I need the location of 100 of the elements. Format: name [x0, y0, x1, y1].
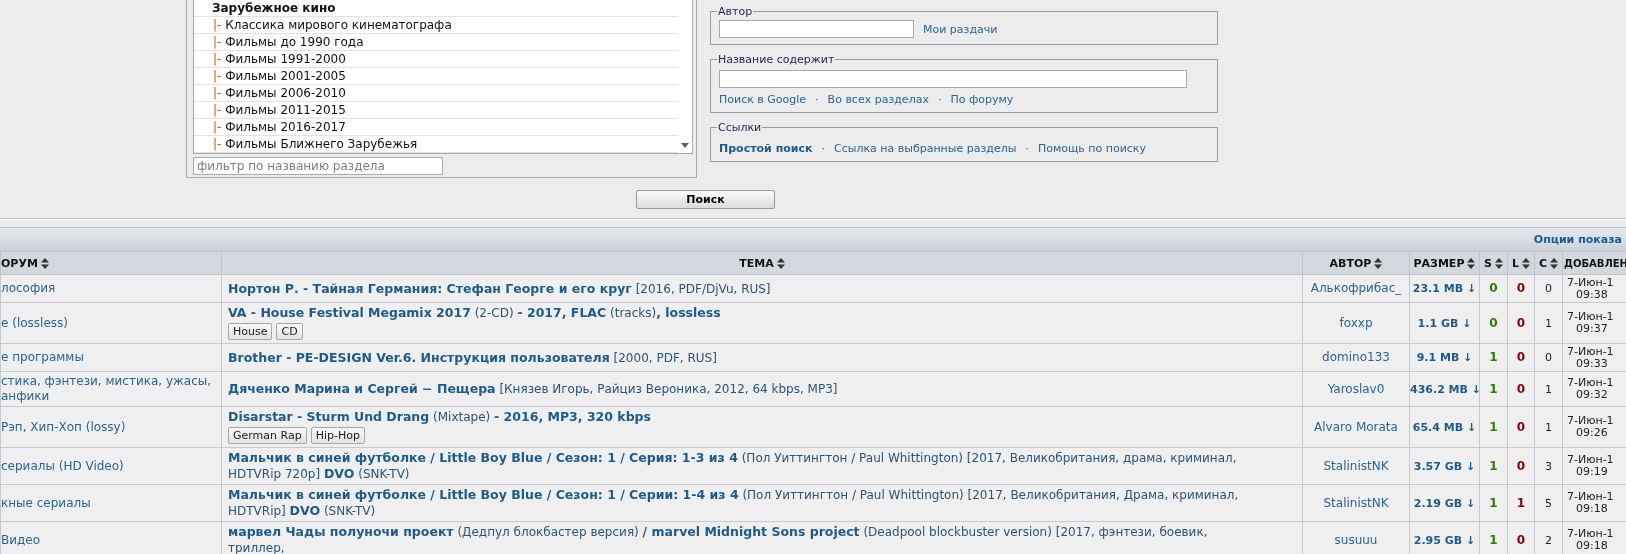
column-header[interactable]: ТЕМА [221, 251, 1303, 275]
added-date: 7-Июн-1 [1567, 276, 1615, 289]
comments-count: 0 [1545, 351, 1552, 364]
seeders-count: 1 [1489, 419, 1498, 434]
topic-link[interactable]: VA - House Festival Megamix 2017 (2-CD) - 2017, FLAC (tracks), lossless [228, 305, 1258, 321]
author-field[interactable] [719, 20, 914, 38]
sort-icon[interactable] [1522, 257, 1530, 269]
sort-icon[interactable] [776, 257, 785, 269]
search-link[interactable]: Помощь по поиску [1037, 142, 1146, 155]
tag[interactable]: German Rap [228, 427, 307, 444]
category-item[interactable]: |- Фильмы 2001-2005 [194, 68, 678, 85]
column-header[interactable]: S [1479, 251, 1508, 275]
added-date: 7-Июн-1 [1567, 311, 1615, 323]
search-link[interactable]: Ссылка на выбранные разделы [834, 142, 1017, 155]
category-listbox[interactable] [193, 0, 693, 154]
comments-count: 5 [1545, 496, 1552, 510]
topic-link[interactable]: Disarstar - Sturm Und Drang (Mixtape) - 2016, MP3, 320 kbps [228, 409, 1258, 425]
seeders-count: 1 [1489, 532, 1498, 547]
tag[interactable]: Hip-Hop [310, 427, 365, 444]
leechers-count: 0 [1516, 458, 1526, 473]
sort-icon[interactable] [1494, 257, 1503, 269]
my-uploads-link[interactable]: Мои раздачи [923, 22, 998, 36]
added-date: 7-Июн-1 [1567, 454, 1615, 466]
seeders-count: 1 [1489, 458, 1498, 473]
forum-cell[interactable]: сериалы (HD Video) [0, 447, 222, 485]
comments-count: 2 [1545, 533, 1552, 547]
search-link[interactable]: Во всех разделах [827, 93, 929, 106]
author-link[interactable]: susuuu [1334, 532, 1378, 547]
category-item[interactable]: |- Фильмы 2006-2010 [194, 85, 678, 102]
sort-icon[interactable] [1550, 257, 1559, 269]
category-item[interactable]: |- Фильмы до 1990 года [194, 34, 678, 51]
added-time: 09:26 [1575, 427, 1609, 439]
category-item[interactable]: |- Фильмы 2011-2015 [194, 102, 678, 119]
added-time: 09:19 [1575, 466, 1609, 478]
category-item[interactable]: |- Фильмы 1991-2000 [194, 51, 678, 68]
leechers-count: 0 [1516, 315, 1526, 330]
seeders-count: 0 [1489, 281, 1498, 295]
forum-cell[interactable]: Рэп, Хип-Хоп (lossy) [0, 406, 222, 448]
column-header[interactable]: L [1507, 251, 1535, 275]
seeders-count: 0 [1489, 315, 1498, 330]
filter-field[interactable]: фильтр по названию раздела [193, 157, 443, 175]
seeders-count: 1 [1489, 495, 1498, 510]
forum-cell[interactable]: e (lossless) [0, 302, 222, 344]
column-header[interactable]: ОРУМ [0, 251, 222, 275]
added-date: 7-Июн-1 [1567, 491, 1615, 503]
column-header[interactable]: C [1534, 251, 1563, 275]
forum-cell[interactable]: кные сериалы [0, 484, 222, 522]
comments-count: 1 [1545, 316, 1552, 330]
tag[interactable]: House [228, 323, 273, 340]
display-options-link[interactable]: Опции показа [1533, 233, 1626, 246]
title-field[interactable] [719, 70, 1187, 88]
added-date: 7-Июн-1 [1567, 377, 1615, 389]
search-link[interactable]: Поиск в Google [719, 93, 807, 106]
added-time: 09:18 [1575, 503, 1609, 515]
added-time: 09:33 [1575, 357, 1609, 370]
forum-cell[interactable]: Видео [0, 521, 222, 554]
leechers-count: 0 [1516, 419, 1526, 434]
added-time: 09:32 [1575, 389, 1609, 401]
separator: · [821, 142, 825, 155]
added-time: 09:18 [1575, 540, 1609, 552]
fieldset-legend: Автор [717, 5, 754, 18]
search-link[interactable]: По форуму [950, 93, 1014, 106]
category-group: Зарубежное кино [194, 0, 678, 17]
comments-count: 1 [1545, 420, 1552, 434]
tag[interactable]: CD [276, 323, 303, 340]
added-date: 7-Июн-1 [1567, 345, 1615, 358]
forum-cell[interactable]: е программы [0, 343, 222, 372]
sort-icon[interactable] [40, 257, 49, 269]
comments-count: 3 [1545, 459, 1552, 473]
leechers-count: 0 [1516, 532, 1526, 547]
sort-icon[interactable] [1467, 257, 1476, 269]
search-link[interactable]: Простой поиск [719, 142, 813, 155]
column-header[interactable]: АВТОР [1302, 251, 1410, 275]
separator: · [815, 93, 819, 106]
added-date: 7-Июн-1 [1567, 528, 1615, 540]
leechers-count: 0 [1516, 381, 1526, 396]
category-item[interactable]: |- Фильмы Ближнего Зарубежья [194, 136, 678, 153]
separator: · [1025, 142, 1029, 155]
author-link[interactable]: foxxp [1339, 315, 1373, 330]
forum-cell[interactable]: лософия [0, 274, 222, 303]
column-header[interactable]: РАЗМЕР [1409, 251, 1480, 275]
leechers-count: 0 [1516, 350, 1526, 364]
fieldset-legend: Название содержит [717, 53, 836, 66]
separator: · [937, 93, 942, 106]
seeders-count: 1 [1489, 350, 1498, 364]
category-item[interactable]: |- Классика мирового кинематографа [194, 17, 678, 34]
added-date: 7-Июн-1 [1567, 415, 1615, 427]
added-time: 09:37 [1575, 323, 1609, 335]
fieldset-legend: Ссылки [717, 121, 763, 134]
search-button[interactable]: Поиск [636, 190, 775, 209]
category-item[interactable]: |- Фильмы 2016-2017 [194, 119, 678, 136]
scroll-down-icon[interactable] [681, 143, 689, 148]
comments-count: 0 [1545, 282, 1552, 295]
added-time: 09:38 [1575, 288, 1609, 301]
leechers-count: 0 [1516, 281, 1526, 295]
seeders-count: 1 [1489, 381, 1498, 396]
leechers-count: 1 [1516, 495, 1526, 510]
sort-icon[interactable] [1374, 257, 1383, 269]
comments-count: 1 [1545, 382, 1552, 396]
forum-cell[interactable]: стика, фэнтези, мистика, ужасы, анфики [0, 371, 222, 407]
